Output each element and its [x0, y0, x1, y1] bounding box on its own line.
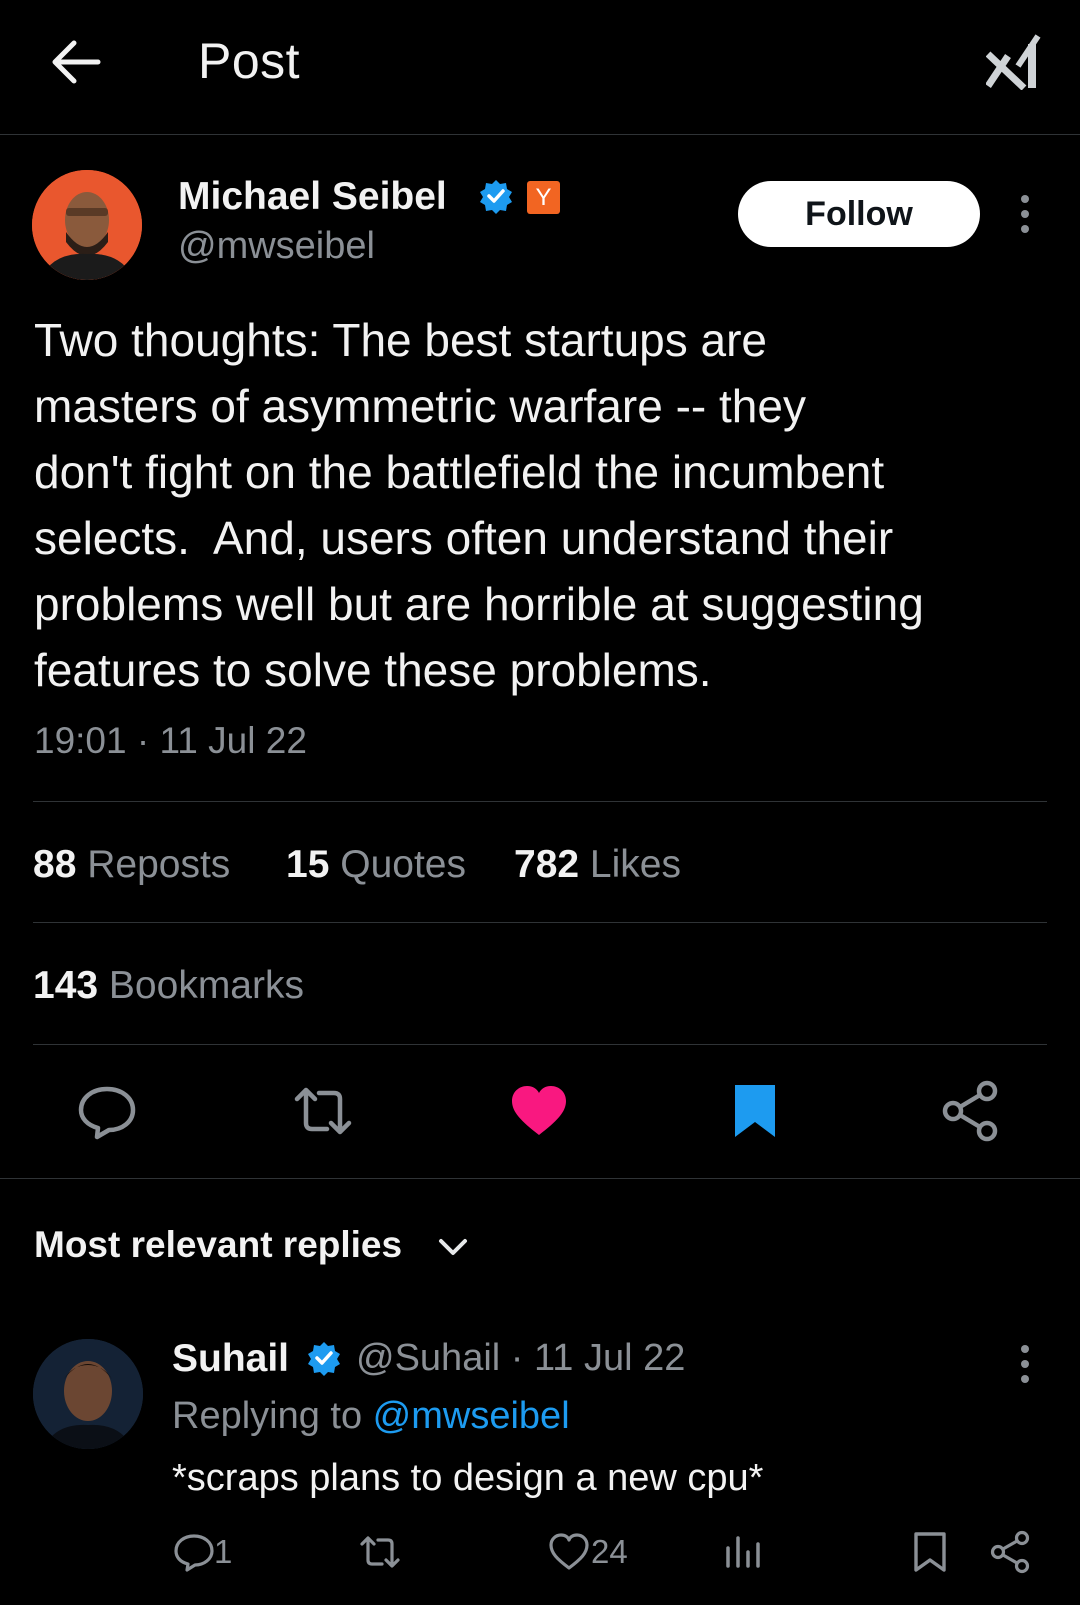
likes-stat[interactable]: 782 Likes: [514, 843, 681, 887]
reply-author-name[interactable]: Suhail: [172, 1337, 289, 1381]
arrow-left-icon: [52, 40, 101, 84]
section-divider: [0, 1178, 1080, 1179]
reply-avatar[interactable]: [33, 1339, 143, 1449]
reply-bookmark-button[interactable]: [910, 1530, 950, 1574]
reply-repost-button[interactable]: [358, 1530, 408, 1574]
heart-outline-icon: [549, 1533, 589, 1570]
quotes-stat[interactable]: 15 Quotes: [286, 843, 466, 887]
reply-icon: [174, 1534, 214, 1572]
author-avatar[interactable]: [32, 170, 142, 280]
divider: [33, 1044, 1047, 1045]
author-handle[interactable]: @mwseibel: [178, 225, 375, 268]
reply-share-button[interactable]: [988, 1530, 1034, 1574]
like-count: 24: [591, 1533, 628, 1570]
reposts-count: 88: [33, 843, 77, 886]
reply-icon: [78, 1086, 136, 1140]
bookmark-outline-icon: [914, 1532, 946, 1572]
share-icon: [942, 1080, 998, 1142]
quotes-label: Quotes: [340, 843, 466, 886]
divider: [33, 801, 1047, 802]
reposts-stat[interactable]: 88 Reposts: [33, 843, 230, 887]
replies-sort-label[interactable]: Most relevant replies: [34, 1224, 402, 1266]
reposts-label: Reposts: [87, 843, 231, 886]
like-button[interactable]: [507, 1079, 571, 1143]
more-options-icon[interactable]: [1014, 193, 1036, 235]
avatar-image: [32, 170, 142, 280]
bookmarks-count: 143: [33, 964, 99, 1007]
reply-count: 1: [214, 1533, 233, 1570]
repost-icon: [294, 1087, 352, 1135]
share-button[interactable]: [939, 1079, 1003, 1143]
header-divider: [0, 134, 1080, 135]
replying-to: Replying to @mwseibel: [172, 1395, 570, 1438]
share-icon: [990, 1530, 1030, 1574]
avatar-image: [33, 1339, 143, 1449]
quotes-count: 15: [286, 843, 330, 886]
likes-label: Likes: [589, 843, 681, 886]
bookmark-button[interactable]: [723, 1079, 787, 1143]
analytics-icon: [726, 1536, 760, 1568]
reply-button[interactable]: [75, 1079, 139, 1143]
reply-handle-date[interactable]: @Suhail · 11 Jul 22: [356, 1337, 685, 1380]
tweet-text: Two thoughts: The best startups are mast…: [34, 314, 924, 696]
reply-reply-button[interactable]: 1: [172, 1530, 262, 1574]
reply-views-button[interactable]: [722, 1530, 772, 1574]
reply-text: *scraps plans to design a new cpu*: [172, 1457, 764, 1499]
bookmark-icon: [735, 1085, 775, 1137]
yc-badge-icon: Y: [527, 181, 560, 214]
replying-to-prefix: Replying to: [172, 1395, 373, 1437]
verified-badge-icon: [478, 178, 514, 214]
page-title: Post: [198, 33, 301, 89]
follow-button[interactable]: Follow: [738, 181, 980, 247]
repost-button[interactable]: [291, 1079, 355, 1143]
reply-like-button[interactable]: 24: [547, 1530, 657, 1574]
back-button[interactable]: [50, 38, 102, 86]
replying-to-link[interactable]: @mwseibel: [373, 1395, 570, 1437]
more-options-icon[interactable]: [1014, 1343, 1036, 1385]
xai-logo-icon[interactable]: [986, 30, 1042, 90]
tweet-timestamp[interactable]: 19:01 · 11 Jul 22: [34, 720, 307, 762]
chevron-down-icon[interactable]: [436, 1232, 470, 1262]
like-icon: [512, 1086, 566, 1135]
verified-badge-icon: [306, 1340, 342, 1376]
bookmarks-label: Bookmarks: [108, 964, 304, 1007]
bookmarks-stat[interactable]: 143 Bookmarks: [33, 964, 304, 1008]
repost-icon: [360, 1536, 400, 1568]
author-name[interactable]: Michael Seibel: [178, 175, 447, 219]
divider: [33, 922, 1047, 923]
likes-count: 782: [514, 843, 580, 886]
